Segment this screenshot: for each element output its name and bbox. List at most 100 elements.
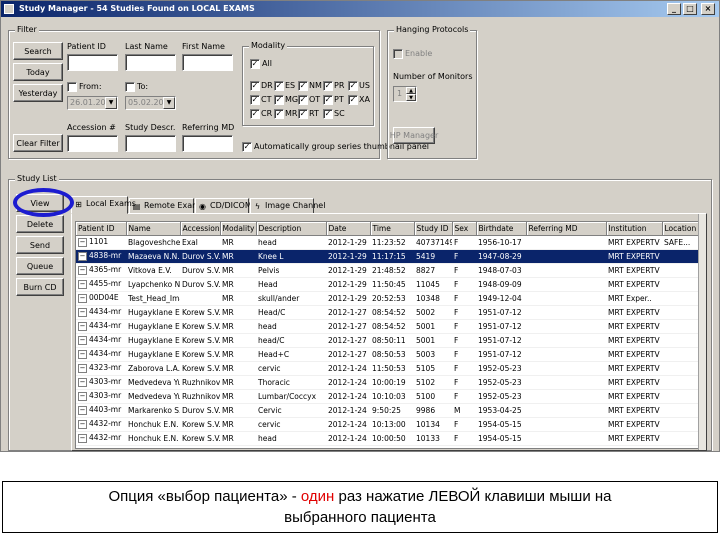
today-button[interactable]: Today	[13, 63, 63, 81]
modality-dr-checkbox[interactable]: ✓	[250, 81, 260, 91]
caption-text-after: раз нажатие ЛЕВОЙ клавиши мыши на	[334, 488, 612, 505]
modality-xa-checkbox[interactable]: ✓	[348, 95, 358, 105]
from-date-picker[interactable]: 26.01.2012 ▼	[67, 96, 118, 110]
modality-us-checkbox[interactable]: ✓	[348, 81, 358, 91]
modality-pr-checkbox[interactable]: ✓	[323, 81, 333, 91]
column-header[interactable]: Time	[370, 222, 415, 236]
chevron-up-icon[interactable]: ▲	[406, 87, 416, 94]
expand-icon[interactable]: −	[78, 266, 87, 275]
monitors-spinner[interactable]: 1 ▲ ▼	[393, 86, 417, 102]
expand-icon[interactable]: −	[78, 322, 87, 331]
expand-icon[interactable]: −	[78, 378, 87, 387]
study-grid[interactable]: Patient ID Name Accession Modality Descripti…	[75, 221, 705, 449]
table-row[interactable]: −4303-mrMedvedeva Yu.N.RuzhnikovMRLumbar…	[76, 389, 704, 404]
accession-input[interactable]	[67, 135, 118, 152]
table-row[interactable]: −4323-mr Zaborova L.A. Korew S.V. MR cervic 2…	[76, 361, 704, 376]
column-header[interactable]: Referring MD	[526, 222, 607, 236]
cell-text: 4432-mr	[89, 433, 122, 442]
modality-mg-checkbox[interactable]: ✓	[274, 95, 284, 105]
hp-manager-button[interactable]: HP Manager	[390, 127, 438, 144]
table-cell: −4432-mr	[76, 431, 126, 446]
modality-pt-checkbox[interactable]: ✓	[323, 95, 333, 105]
table-cell: MRT EXPERTV	[606, 249, 662, 264]
tab-remote-exams[interactable]: ▤ Remote Exams	[129, 198, 204, 214]
table-row[interactable]: −4403-mrMarkarenko S.V.Durov S.V.MRCervi…	[76, 403, 704, 418]
column-header[interactable]: Birthdate	[476, 222, 527, 236]
chevron-down-icon[interactable]: ▼	[406, 94, 416, 101]
column-header[interactable]: Description	[256, 222, 327, 236]
table-row[interactable]: −00D04ETest_Head_ImageMRskull/ander2012-…	[76, 291, 704, 306]
column-header[interactable]: Accession	[180, 222, 221, 236]
tab-cd-dicomdir[interactable]: ◉ CD/DICOMDIR	[195, 198, 266, 214]
modality-sc-checkbox[interactable]: ✓	[323, 109, 333, 119]
expand-icon[interactable]: −	[78, 392, 87, 401]
clear-filter-button[interactable]: Clear Filter	[13, 134, 63, 152]
table-row[interactable]: −4455-mr Lyapchenko N. Durov S.V. MR Head 201…	[76, 277, 704, 292]
table-cell: 2012-1-24	[326, 375, 370, 390]
last-name-input[interactable]	[125, 54, 176, 71]
modality-mr-checkbox[interactable]: ✓	[274, 109, 284, 119]
chevron-down-icon[interactable]: ▼	[163, 97, 175, 109]
modality-cr-checkbox[interactable]: ✓	[250, 109, 260, 119]
modality-es-checkbox[interactable]: ✓	[274, 81, 284, 91]
table-row[interactable]: −4432-mr Honchuk E.N. Korew S.V. MR head 2012…	[76, 431, 704, 446]
modality-ct-checkbox[interactable]: ✓	[250, 95, 260, 105]
tab-local-exams[interactable]: ⊞ Local Exams	[71, 196, 136, 214]
column-header[interactable]: Patient ID	[76, 222, 127, 236]
table-row[interactable]: −4838-mr Mazaeva N.N. Durov S.V. MR Knee L 20…	[76, 249, 704, 264]
table-row[interactable]: −4432-mr Honchuk E.N. Korew S.V. MR cervic 20…	[76, 417, 704, 432]
burn-cd-button[interactable]: Burn CD	[16, 278, 64, 296]
to-date-picker[interactable]: 05.02.2012 ▼	[125, 96, 176, 110]
table-cell: 10348	[414, 291, 452, 306]
search-button[interactable]: Search	[13, 42, 63, 60]
expand-icon[interactable]: −	[78, 294, 87, 303]
study-descr-input[interactable]	[125, 135, 176, 152]
column-header[interactable]: Date	[326, 222, 371, 236]
expand-icon[interactable]: −	[78, 420, 87, 429]
queue-button[interactable]: Queue	[16, 257, 64, 275]
expand-icon[interactable]: −	[78, 406, 87, 415]
minimize-button[interactable]: _	[667, 3, 681, 15]
table-row[interactable]: −4434-mrHugayklane E.F.Korew S.V.MRhead2…	[76, 319, 704, 334]
expand-icon[interactable]: −	[78, 434, 87, 443]
from-checkbox[interactable]	[67, 82, 77, 92]
column-header[interactable]: Modality	[220, 222, 257, 236]
expand-icon[interactable]: −	[78, 364, 87, 373]
table-row[interactable]: −4434-mrHugayklane E.F.Korew S.V.MRHead/…	[76, 305, 704, 320]
expand-icon[interactable]: −	[78, 252, 87, 261]
to-checkbox[interactable]	[125, 82, 135, 92]
table-row[interactable]: −4303-mrMedvedeva Yu.N.RuzhnikovMRThorac…	[76, 375, 704, 390]
spinner-arrows[interactable]: ▲ ▼	[406, 87, 416, 103]
expand-icon[interactable]: −	[78, 238, 87, 247]
auto-group-checkbox[interactable]: ✓	[242, 142, 252, 152]
yesterday-button[interactable]: Yesterday	[13, 84, 63, 102]
patient-id-input[interactable]	[67, 54, 118, 71]
send-button[interactable]: Send	[16, 236, 64, 254]
close-button[interactable]: ×	[701, 3, 715, 15]
hp-enable-checkbox[interactable]	[393, 49, 403, 59]
first-name-input[interactable]	[182, 54, 233, 71]
column-header[interactable]: Sex	[452, 222, 477, 236]
modality-ot-checkbox[interactable]: ✓	[298, 95, 308, 105]
table-cell: 11:50:45	[370, 277, 414, 292]
modality-all-checkbox[interactable]: ✓	[250, 59, 260, 69]
tab-image-channel[interactable]: ϟ Image Channel	[250, 198, 325, 214]
expand-icon[interactable]: −	[78, 350, 87, 359]
expand-icon[interactable]: −	[78, 336, 87, 345]
expand-icon[interactable]: −	[78, 280, 87, 289]
modality-rt-checkbox[interactable]: ✓	[298, 109, 308, 119]
referring-md-input[interactable]	[182, 135, 233, 152]
table-row[interactable]: −4434-mrHugayklane E.F.Korew S.V.MRhead/…	[76, 333, 704, 348]
expand-icon[interactable]: −	[78, 308, 87, 317]
modality-nm-checkbox[interactable]: ✓	[298, 81, 308, 91]
table-row[interactable]: −4434-mrHugayklane E.F.Korew S.V.MRHead+…	[76, 347, 704, 362]
maximize-button[interactable]: □	[683, 3, 697, 15]
column-header[interactable]: Institution	[606, 222, 663, 236]
chevron-down-icon[interactable]: ▼	[105, 97, 117, 109]
column-header[interactable]: Study ID	[414, 222, 453, 236]
column-header[interactable]: Name	[126, 222, 181, 236]
grid-vertical-scrollbar[interactable]	[698, 214, 706, 450]
table-row[interactable]: −4365-mr Vitkova E.V. Durov S.V. MR Pelvis 20…	[76, 263, 704, 278]
delete-button[interactable]: Delete	[16, 215, 64, 233]
table-row[interactable]: −1101BlagoveshchenskayaExalMRhead2012-1-…	[76, 235, 704, 250]
